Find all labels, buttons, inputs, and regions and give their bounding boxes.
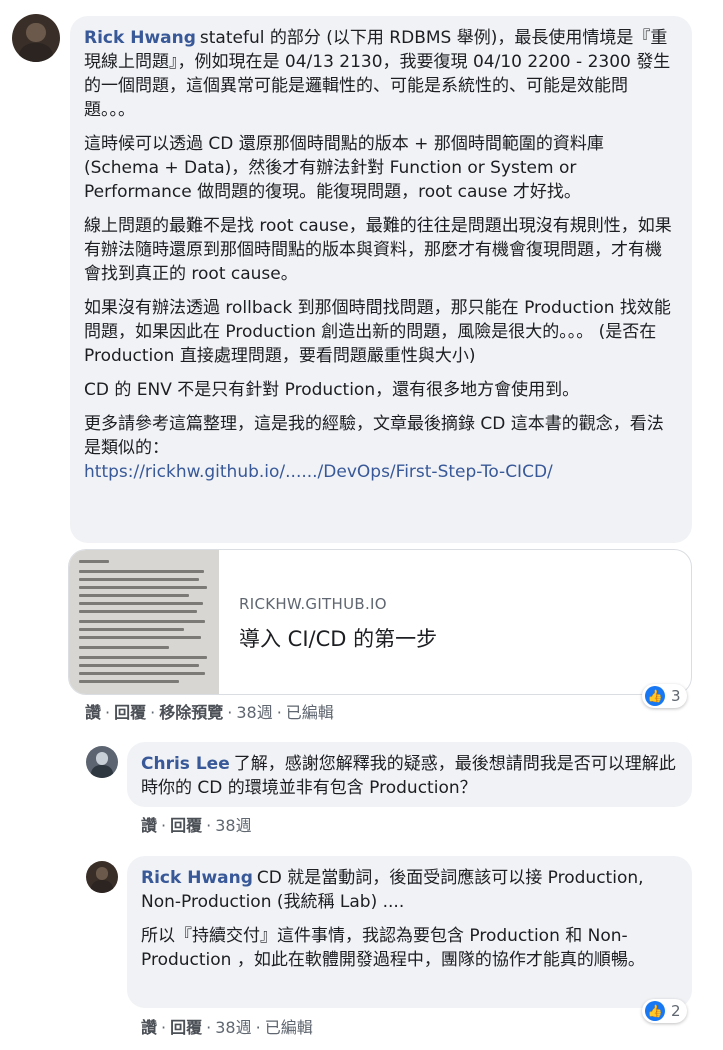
like-action[interactable]: 讚 bbox=[141, 1018, 157, 1037]
comment-time[interactable]: 38週 bbox=[215, 816, 251, 835]
reaction-count[interactable]: 👍 2 bbox=[642, 999, 687, 1023]
comment-paragraph: 這時候可以透過 CD 還原那個時間點的版本 + 那個時間範圍的資料庫 (Sche… bbox=[84, 134, 604, 202]
comment-actions: 讚 · 回覆 · 38週 bbox=[141, 816, 252, 835]
comment-paragraph: Rick Hwang CD 就是當動詞，後面受詞應該可以接 Production,… bbox=[141, 866, 678, 914]
link-preview-title[interactable]: 導入 CI/CD 的第一步 bbox=[239, 623, 437, 653]
reaction-number: 2 bbox=[671, 1002, 681, 1020]
comment-paragraph: 更多請參考這篇整理，這是我的經驗，文章最後摘錄 CD 這本書的觀念，看法是類似的… bbox=[84, 412, 678, 484]
comment-bubble: Rick Hwang CD 就是當動詞，後面受詞應該可以接 Production,… bbox=[127, 856, 692, 1008]
edited-label[interactable]: 已編輯 bbox=[265, 1018, 313, 1037]
reaction-count[interactable]: 👍 3 bbox=[642, 684, 687, 708]
comment-paragraph: 線上問題的最難不是找 root cause，最難的往往是問題出現沒有規則性，如果… bbox=[84, 216, 672, 284]
comment-time[interactable]: 38週 bbox=[215, 1018, 251, 1037]
avatar-chris-lee[interactable] bbox=[86, 746, 118, 778]
remove-preview-action[interactable]: 移除預覽 bbox=[159, 703, 223, 722]
reaction-number: 3 bbox=[671, 687, 681, 705]
comment-actions: 讚 · 回覆 · 38週 · 已編輯 bbox=[141, 1018, 313, 1037]
reply-action[interactable]: 回覆 bbox=[170, 816, 202, 835]
avatar-rick-hwang[interactable] bbox=[12, 14, 60, 62]
reply-action[interactable]: 回覆 bbox=[170, 1018, 202, 1037]
comment-actions: 讚 · 回覆 · 移除預覽 · 38週 · 已編輯 bbox=[85, 703, 334, 722]
avatar-rick-hwang[interactable] bbox=[86, 861, 118, 893]
comment-bubble: Chris Lee 了解，感謝您解釋我的疑惑，最後想請問我是否可以理解此時你的 C… bbox=[127, 742, 692, 807]
like-action[interactable]: 讚 bbox=[85, 703, 101, 722]
comment-time[interactable]: 38週 bbox=[236, 703, 272, 722]
thumbs-up-icon: 👍 bbox=[645, 1001, 665, 1021]
comment-paragraph: Rick Hwang stateful 的部分 (以下用 RDBMS 舉例)，最長… bbox=[84, 26, 678, 122]
thumbs-up-icon: 👍 bbox=[645, 686, 665, 706]
comment-author[interactable]: Rick Hwang bbox=[141, 868, 253, 888]
link-preview-domain: RICKHW.GITHUB.IO bbox=[239, 595, 387, 613]
comment-text: 更多請參考這篇整理，這是我的經驗，文章最後摘錄 CD 這本書的觀念，看法是類似的… bbox=[84, 414, 664, 458]
link-preview-card[interactable]: RICKHW.GITHUB.IO 導入 CI/CD 的第一步 bbox=[68, 549, 692, 695]
edited-label[interactable]: 已編輯 bbox=[286, 703, 334, 722]
comment-paragraph: 如果沒有辦法透過 rollback 到那個時間找問題，那只能在 Producti… bbox=[84, 298, 671, 366]
like-action[interactable]: 讚 bbox=[141, 816, 157, 835]
comment-author[interactable]: Chris Lee bbox=[141, 754, 230, 774]
comment-bubble: Rick Hwang stateful 的部分 (以下用 RDBMS 舉例)，最長… bbox=[70, 16, 692, 543]
comment-link[interactable]: https://rickhw.github.io/....../DevOps/F… bbox=[84, 462, 553, 482]
comment-paragraph: CD 的 ENV 不是只有針對 Production，還有很多地方會使用到。 bbox=[84, 380, 580, 400]
comment-author[interactable]: Rick Hwang bbox=[84, 28, 196, 48]
reply-action[interactable]: 回覆 bbox=[114, 703, 146, 722]
comment-paragraph: 所以『持續交付』這件事情，我認為要包含 Production 和 Non-Pro… bbox=[141, 926, 645, 970]
link-preview-thumbnail bbox=[69, 550, 219, 694]
